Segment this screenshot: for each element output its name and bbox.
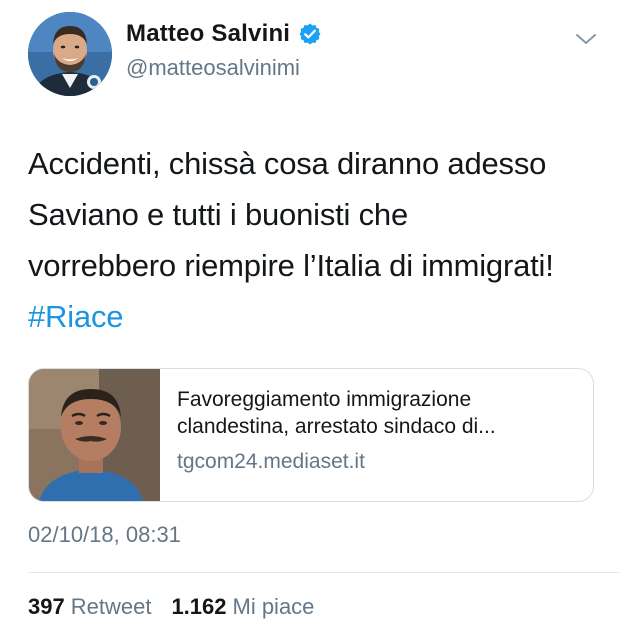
likes-count: 1.162 (171, 594, 227, 619)
link-card-thumbnail (29, 369, 160, 501)
author-handle[interactable]: @matteosalvinimi (126, 55, 300, 81)
verified-badge-icon (298, 22, 322, 46)
avatar[interactable] (28, 12, 112, 96)
tweet-text: Accidenti, chissà cosa diranno adesso Sa… (28, 138, 613, 342)
tweet-text-line: vorrebbero riempire l’Italia di immigrat… (28, 248, 554, 283)
link-card-title: Favoreggiamento immigrazione clandestina… (177, 386, 577, 440)
tweet-stats: 397 Retweet 1.162 Mi piace (28, 594, 314, 620)
likes-stat[interactable]: 1.162 Mi piace (171, 594, 314, 620)
retweets-label: Retweet (70, 594, 152, 619)
chevron-down-icon (576, 34, 596, 44)
link-card-domain: tgcom24.mediaset.it (177, 450, 365, 473)
retweets-stat[interactable]: 397 Retweet (28, 594, 151, 620)
author-name-row[interactable]: Matteo Salvini (126, 20, 322, 48)
divider (28, 572, 620, 573)
tweet-menu-button[interactable] (572, 28, 600, 50)
tweet: Matteo Salvini @matteosalvinimi Accident… (0, 0, 620, 641)
author-display-name[interactable]: Matteo Salvini (126, 20, 290, 48)
hashtag-link[interactable]: #Riace (28, 291, 613, 342)
retweets-count: 397 (28, 594, 65, 619)
tweet-timestamp[interactable]: 02/10/18, 08:31 (28, 522, 181, 548)
tweet-text-line: Accidenti, chissà cosa diranno adesso (28, 146, 547, 181)
tweet-text-line: Saviano e tutti i buonisti che (28, 197, 409, 232)
link-card-title-line: Favoreggiamento immigrazione (177, 388, 472, 411)
likes-label: Mi piace (232, 594, 315, 619)
link-card-body: Favoreggiamento immigrazione clandestina… (177, 386, 577, 474)
link-card[interactable]: Favoreggiamento immigrazione clandestina… (28, 368, 594, 502)
link-card-title-line: clandestina, arrestato sindaco di... (177, 415, 496, 438)
